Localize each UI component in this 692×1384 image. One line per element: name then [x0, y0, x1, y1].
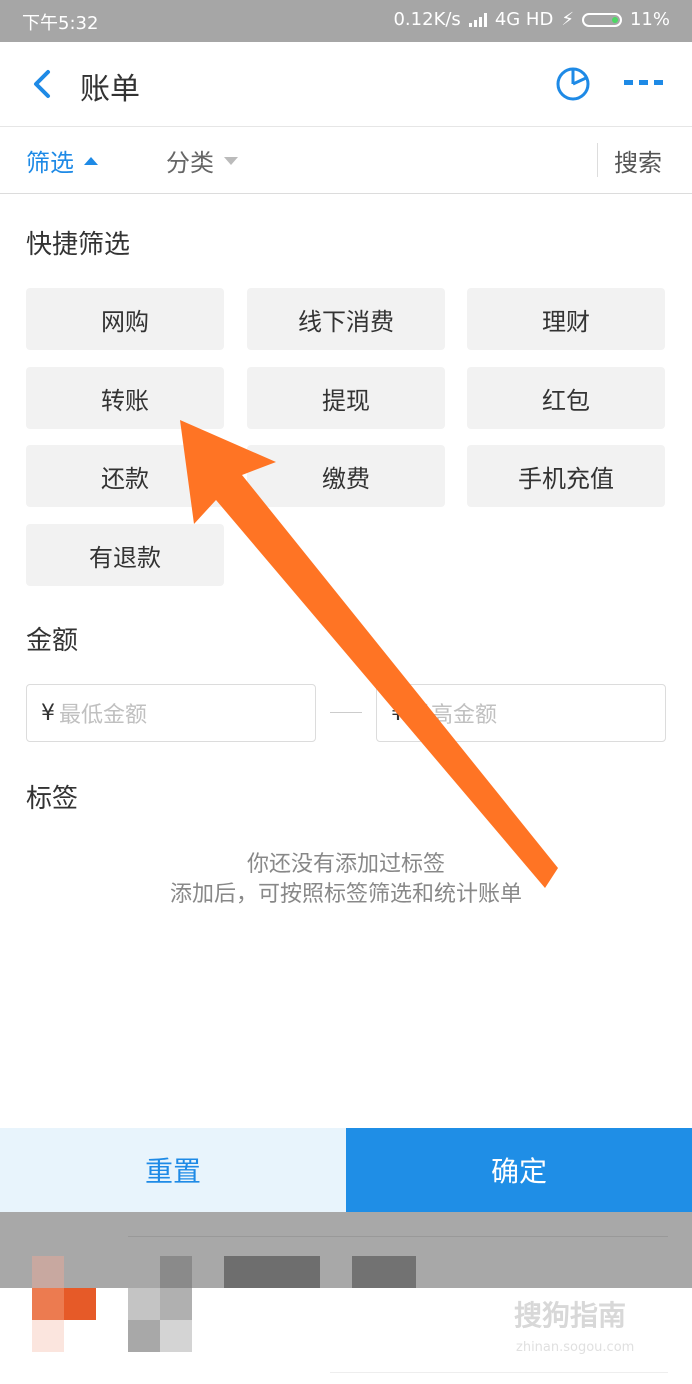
dim-overlay — [0, 1212, 692, 1288]
blurred-block — [64, 1288, 96, 1320]
blurred-block — [160, 1288, 192, 1320]
min-amount-field[interactable]: ¥ 最低金额 — [26, 684, 316, 742]
search-button[interactable]: 搜索 — [614, 143, 662, 178]
status-bar: 下午5:32 0.12K/s 4G HD ⚡ 11% — [0, 0, 692, 42]
chip-offline-spending[interactable]: 线下消费 — [247, 288, 445, 350]
chip-online-shopping[interactable]: 网购 — [26, 288, 224, 350]
yen-icon: ¥ — [391, 700, 405, 726]
chip-transfer[interactable]: 转账 — [26, 367, 224, 429]
status-battery: 11% — [629, 9, 670, 30]
reset-button[interactable]: 重置 — [0, 1128, 346, 1212]
blurred-block — [352, 1256, 416, 1288]
amount-title: 金额 — [26, 626, 79, 656]
blurred-block — [32, 1320, 64, 1352]
max-amount-field[interactable]: ¥ 最高金额 — [376, 684, 666, 742]
chip-withdraw[interactable]: 提现 — [247, 367, 445, 429]
watermark-logo: 搜狗指南 — [514, 1299, 627, 1332]
blurred-block — [32, 1288, 64, 1320]
list-divider — [128, 1236, 668, 1237]
tags-empty-line2: 添加后，可按照标签筛选和统计账单 — [169, 882, 522, 907]
confirm-button[interactable]: 确定 — [346, 1128, 692, 1212]
quick-filter-title: 快捷筛选 — [26, 230, 131, 260]
blurred-block — [224, 1256, 320, 1288]
tab-category-label: 分类 — [166, 149, 214, 177]
max-amount-placeholder: 最高金额 — [409, 703, 498, 728]
status-network: 4G HD — [494, 9, 554, 30]
more-dots-icon[interactable] — [624, 78, 664, 88]
status-time: 下午5:32 — [22, 13, 99, 34]
pie-chart-icon[interactable] — [554, 64, 592, 102]
blurred-block — [160, 1256, 192, 1288]
blurred-block — [160, 1320, 192, 1352]
chip-phone-topup[interactable]: 手机充值 — [467, 445, 665, 507]
chevron-left-icon[interactable] — [28, 64, 58, 104]
blurred-block — [32, 1256, 64, 1288]
status-speed: 0.12K/s — [393, 9, 461, 30]
min-amount-placeholder: 最低金额 — [59, 703, 148, 728]
tags-empty-line1: 你还没有添加过标签 — [246, 852, 445, 877]
chip-red-packet[interactable]: 红包 — [467, 367, 665, 429]
chip-finance[interactable]: 理财 — [467, 288, 665, 350]
app-header: 账单 — [0, 42, 692, 127]
battery-icon — [581, 12, 622, 27]
divider — [597, 143, 598, 177]
blurred-block — [128, 1320, 160, 1352]
list-divider — [330, 1372, 668, 1373]
watermark-url: zhinan.sogou.com — [516, 1340, 635, 1355]
chip-bill-payment[interactable]: 缴费 — [247, 445, 445, 507]
caret-up-icon — [84, 156, 98, 165]
yen-icon: ¥ — [41, 700, 55, 726]
chip-refund[interactable]: 有退款 — [26, 524, 224, 586]
charging-icon: ⚡ — [561, 9, 574, 30]
page-title: 账单 — [80, 72, 140, 107]
tags-title: 标签 — [26, 784, 79, 814]
tab-filter-label: 筛选 — [26, 149, 74, 177]
blurred-block — [128, 1288, 160, 1320]
caret-down-icon — [224, 156, 238, 165]
signal-icon — [468, 12, 487, 27]
tab-filter[interactable]: 筛选 — [26, 143, 98, 178]
tab-category[interactable]: 分类 — [166, 143, 238, 178]
range-separator — [330, 712, 362, 713]
status-right: 0.12K/s 4G HD ⚡ 11% — [393, 9, 670, 30]
chip-repayment[interactable]: 还款 — [26, 445, 224, 507]
filter-bar: 筛选 分类 搜索 — [0, 127, 692, 194]
